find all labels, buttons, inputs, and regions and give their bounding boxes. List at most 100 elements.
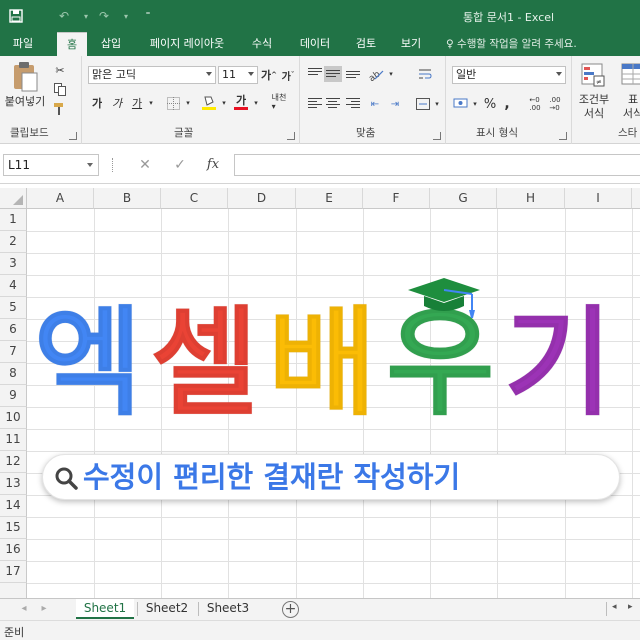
row-header[interactable]: 1 [0,209,27,231]
paste-button[interactable]: 붙여넣기 [0,94,50,108]
column-header[interactable]: B [94,188,161,209]
accounting-dropdown-icon[interactable]: ▾ [470,94,480,114]
row-header[interactable]: 16 [0,539,27,561]
column-header[interactable]: G [430,188,497,209]
redo-icon[interactable]: ↷ [94,6,114,26]
orientation-icon[interactable]: ab [366,64,386,84]
decrease-decimal-icon[interactable]: .00 →0 [546,94,564,114]
row-header[interactable]: 15 [0,517,27,539]
fill-color-dropdown-icon[interactable]: ▾ [219,94,229,112]
tab-formulas[interactable]: 수식 [244,32,280,56]
sheet-tab-3[interactable]: Sheet3 [201,599,255,619]
column-header[interactable]: A [27,188,94,209]
search-icon [55,467,78,490]
prev-sheet-icon[interactable]: ◂ [18,603,30,617]
undo-icon[interactable]: ↶ [54,6,74,26]
tab-view[interactable]: 보기 [393,32,429,56]
merge-dropdown-icon[interactable]: ▾ [432,94,442,114]
percent-button[interactable]: % [482,94,498,114]
clipboard-launcher-icon[interactable] [69,132,77,140]
decrease-indent-icon[interactable]: ⇤ [366,94,384,114]
group-number: 일반 ▾ % , ←0.00 .00 →0 표시 형식 [446,56,572,144]
undo-dropdown-icon[interactable]: ▾ [76,6,96,26]
align-center-icon[interactable] [326,98,340,110]
shrink-font-label: 가 [281,71,291,83]
sheet-tab-2[interactable]: Sheet2 [140,599,194,619]
tab-review[interactable]: 검토 [348,32,384,56]
number-launcher-icon[interactable] [559,132,567,140]
formula-input[interactable] [234,154,640,176]
underline-dropdown-icon[interactable]: ▾ [146,94,156,112]
align-top-icon[interactable] [308,68,322,80]
align-bottom-icon[interactable] [346,71,360,83]
bold-button[interactable]: 가 [88,94,106,112]
font-name-select[interactable]: 맑은 고딕 [88,66,216,84]
font-color-dropdown-icon[interactable]: ▾ [251,94,261,112]
column-header[interactable]: C [161,188,228,209]
underline-button[interactable]: 가 [128,94,146,112]
grow-font-button[interactable]: 가 ^ [260,66,278,84]
insert-function-button[interactable]: fx [202,155,224,175]
tab-home[interactable]: 홈 [57,32,87,56]
align-left-icon[interactable] [308,98,322,110]
borders-icon[interactable] [164,94,182,112]
lightbulb-icon: ♀ [446,38,454,50]
cancel-icon[interactable]: ✕ [134,155,156,175]
formula-bar-grip[interactable] [112,158,114,172]
tab-page-layout[interactable]: 페이지 레이아웃 [138,32,236,56]
row-header[interactable]: 2 [0,231,27,253]
tab-separator [606,602,607,616]
tab-insert[interactable]: 삽입 [94,32,128,56]
tell-me-box[interactable]: ♀ 수행할 작업을 알려 주세요. [446,32,577,56]
enter-icon[interactable]: ✓ [169,155,191,175]
orientation-dropdown-icon[interactable]: ▾ [386,64,396,84]
name-box[interactable]: L11 [3,154,99,176]
align-middle-icon[interactable] [324,66,342,82]
copy-icon[interactable] [52,81,68,97]
column-header[interactable]: D [228,188,296,209]
increase-indent-icon[interactable]: ⇥ [386,94,404,114]
phonetic-icon[interactable]: 내천 ▾ [268,92,290,112]
number-format-select[interactable]: 일반 [452,66,566,84]
column-header[interactable]: E [296,188,363,209]
add-sheet-button[interactable]: + [282,601,299,618]
column-header[interactable]: H [497,188,565,209]
horizontal-scrollbar[interactable]: ◂ ▸ [608,602,638,616]
accounting-format-icon[interactable] [452,94,470,114]
shrink-font-button[interactable]: 가ˇ [279,66,297,84]
tab-file[interactable]: 파일 [4,32,42,56]
column-header-partial[interactable] [632,188,640,209]
font-size-select[interactable]: 11 [218,66,258,84]
merge-center-icon[interactable] [414,94,432,114]
row-header-partial[interactable] [0,583,27,598]
wrap-text-icon[interactable] [416,64,434,84]
alignment-launcher-icon[interactable] [433,132,441,140]
redo-dropdown-icon[interactable]: ▾ [116,6,136,26]
align-right-icon[interactable] [346,98,360,110]
graduation-cap-icon [408,278,480,318]
paste-icon[interactable] [8,60,42,94]
tab-data[interactable]: 데이터 [290,32,340,56]
scroll-left-icon[interactable]: ◂ [612,602,617,612]
column-header[interactable]: F [363,188,430,209]
fill-color-icon[interactable] [200,92,218,112]
comma-button[interactable]: , [500,94,514,114]
format-as-table-icon[interactable] [618,60,640,90]
sheet-tab-1[interactable]: Sheet1 [76,599,134,619]
scroll-right-icon[interactable]: ▸ [628,602,633,612]
customize-qat-icon[interactable]: ⁼ [138,6,158,26]
increase-decimal-icon[interactable]: ←0.00 [526,94,544,114]
font-launcher-icon[interactable] [287,132,295,140]
row-header[interactable]: 17 [0,561,27,583]
format-painter-icon[interactable] [52,101,68,117]
save-icon[interactable] [6,6,26,26]
svg-text:≠: ≠ [596,78,602,86]
cut-icon[interactable]: ✂ [52,62,68,78]
conditional-formatting-icon[interactable]: ≠ [578,60,608,90]
font-color-icon[interactable]: 가 [232,92,250,112]
borders-dropdown-icon[interactable]: ▾ [183,94,193,112]
select-all-button[interactable] [0,188,27,209]
italic-button[interactable]: 가 [108,94,126,112]
column-header[interactable]: I [565,188,632,209]
next-sheet-icon[interactable]: ▸ [38,603,50,617]
